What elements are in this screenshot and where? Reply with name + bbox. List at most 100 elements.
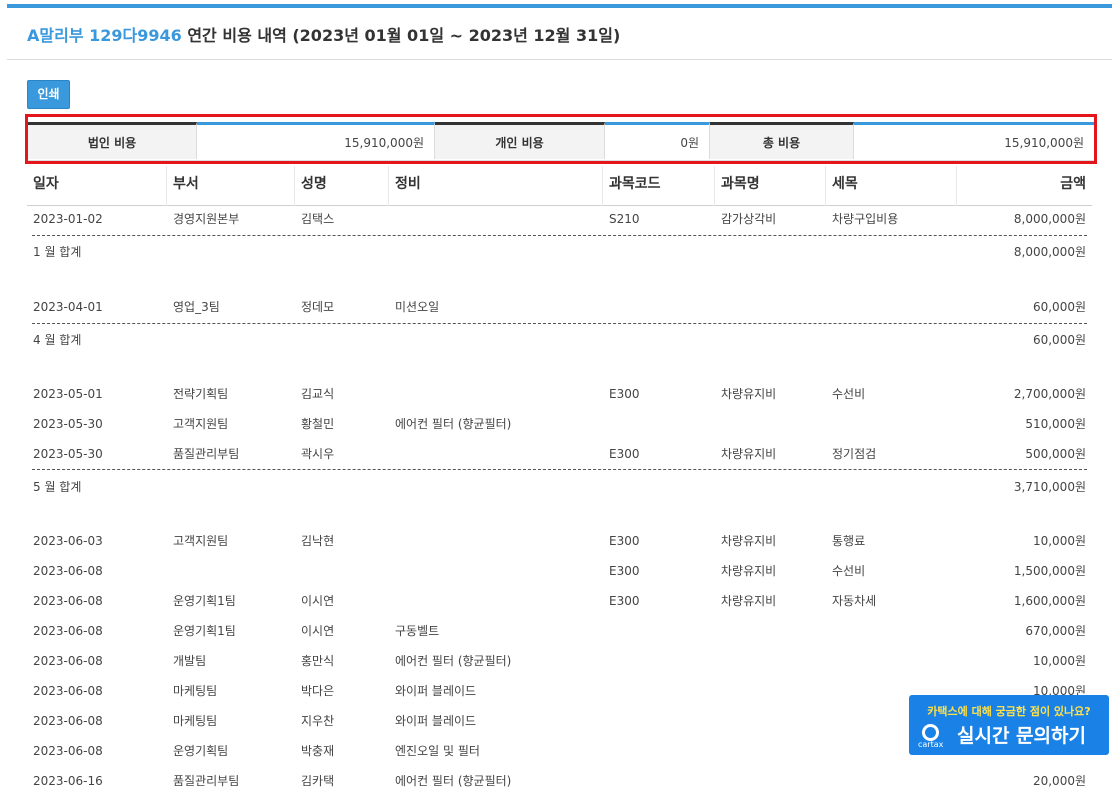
cell-repair: 구동벨트 [395,624,440,638]
cell-name: 곽시우 [301,447,335,461]
cell-item: 통행료 [832,534,866,548]
cell-item: 차량구입비용 [832,212,899,226]
cell-date: 2023-06-08 [33,744,103,758]
cell-amount: 1,600,000원 [1013,594,1086,608]
cell-account: 차량유지비 [721,594,777,608]
cell-dept: 전략기획팀 [173,387,229,401]
cell-name: 이시연 [301,594,335,608]
cell-repair: 에어컨 필터 (향균필터) [395,417,512,431]
cell-amount: 60,000원 [1032,300,1086,314]
cell-dept: 운영기획1팀 [173,594,236,608]
subtotal-label: 4 월 합계 [33,333,82,347]
cell-name: 지우찬 [301,714,335,728]
vehicle-name: A말리부 129다9946 [27,26,182,45]
cell-item: 자동차세 [832,594,877,608]
cell-name: 박다은 [301,684,335,698]
month-subtotal-row: 5 월 합계 3,710,000원 [27,472,1092,502]
cell-amount: 670,000원 [1025,624,1086,638]
cell-account: 차량유지비 [721,564,777,578]
table-row: 2023-04-01 영업_3팀 정데모 미션오일 60,000원 [27,294,1092,324]
month-divider [32,469,1087,470]
table-row: 2023-06-08 E300 차량유지비 수선비 1,500,000원 [27,558,1092,588]
corp-cost-value: 15,910,000원 [197,122,435,159]
cell-dept: 운영기획팀 [173,744,229,758]
cartax-logo-icon [922,724,939,741]
page-title: A말리부 129다9946 연간 비용 내역 (2023년 01월 01일 ~ … [27,22,620,46]
personal-cost-label: 개인 비용 [435,122,605,159]
cell-name: 김택스 [301,212,335,226]
cell-repair: 와이퍼 블레이드 [395,684,477,698]
cell-repair: 와이퍼 블레이드 [395,714,477,728]
cell-name: 이시연 [301,624,335,638]
cell-code: E300 [609,387,640,401]
table-row: 2023-06-08 운영기획1팀 이시연 구동벨트 670,000원 [27,618,1092,648]
cell-account: 차량유지비 [721,534,777,548]
month-subtotal-row: 1 월 합계 8,000,000원 [27,237,1092,267]
cell-code: E300 [609,534,640,548]
subtotal-amount: 3,710,000원 [1013,480,1086,494]
cell-date: 2023-06-08 [33,564,103,578]
cell-code: E300 [609,594,640,608]
cost-summary-box: 법인 비용 15,910,000원 개인 비용 0원 총 비용 15,910,0… [25,114,1097,164]
table-row: 2023-06-03 고객지원팀 김낙현 E300 차량유지비 통행료 10,000원 [27,528,1092,558]
table-row: 2023-06-08 운영기획1팀 이시연 E300 차량유지비 자동차세 1,600,00… [27,588,1092,618]
cell-dept: 경영지원본부 [173,212,240,226]
table-row: 2023-05-30 품질관리부팀 곽시우 E300 차량유지비 정기점검 500,000원 [27,441,1092,471]
cell-account: 차량유지비 [721,387,777,401]
header-dept: 부서 [167,166,295,206]
cell-amount: 2,700,000원 [1013,387,1086,401]
cell-amount: 20,000원 [1032,774,1086,788]
cell-item: 정기점검 [832,447,877,461]
table-row: 2023-06-08 개발팀 홍만식 에어컨 필터 (향균필터) 10,000원 [27,648,1092,678]
cell-dept: 개발팀 [173,654,207,668]
subtotal-label: 1 월 합계 [33,245,82,259]
month-divider [32,323,1087,324]
header-amount: 금액 [1060,176,1086,192]
subtotal-amount: 60,000원 [1032,333,1086,347]
cell-name: 김낙현 [301,534,335,548]
page-header: A말리부 129다9946 연간 비용 내역 (2023년 01월 01일 ~ … [7,8,1112,60]
cell-date: 2023-06-08 [33,624,103,638]
cell-dept: 고객지원팀 [173,417,229,431]
cell-name: 김카택 [301,774,335,788]
cell-date: 2023-06-16 [33,774,103,788]
cell-date: 2023-06-08 [33,594,103,608]
subtotal-label: 5 월 합계 [33,480,82,494]
cell-name: 정데모 [301,300,335,314]
header-account: 과목명 [715,166,826,206]
cell-account: 감가상각비 [721,212,777,226]
cell-date: 2023-06-03 [33,534,103,548]
cell-dept: 마케팅팀 [173,684,218,698]
cell-repair: 미션오일 [395,300,440,314]
cell-amount: 10,000원 [1032,654,1086,668]
chat-question: 카택스에 대해 궁금한 점이 있나요? [927,705,1091,718]
cell-repair: 엔진오일 및 필터 [395,744,480,758]
cell-amount: 8,000,000원 [1013,212,1086,226]
cell-dept: 고객지원팀 [173,534,229,548]
cell-repair: 에어컨 필터 (향균필터) [395,774,512,788]
total-cost-value: 15,910,000원 [854,122,1094,159]
cell-account: 차량유지비 [721,447,777,461]
cell-date: 2023-06-08 [33,714,103,728]
print-button[interactable]: 인쇄 [27,80,70,109]
header-repair: 정비 [389,166,603,206]
cell-dept: 마케팅팀 [173,714,218,728]
cell-item: 수선비 [832,564,866,578]
header-code: 과목코드 [603,166,715,206]
cell-date: 2023-01-02 [33,212,103,226]
cell-date: 2023-04-01 [33,300,103,314]
cell-code: S210 [609,212,640,226]
cell-name: 김교식 [301,387,335,401]
personal-cost-value: 0원 [605,122,710,159]
title-text: 연간 비용 내역 (2023년 01월 01일 ~ 2023년 12월 31일) [181,26,621,45]
cell-dept: 품질관리부팀 [173,447,240,461]
summary-bottom-border [28,160,1094,161]
table-header: 일자 부서 성명 정비 과목코드 과목명 세목 금액 [27,166,1092,206]
table-row: 2023-05-01 전략기획팀 김교식 E300 차량유지비 수선비 2,700,000원 [27,381,1092,411]
live-chat-widget[interactable]: 카택스에 대해 궁금한 점이 있나요? cartax 실시간 문의하기 [909,695,1109,755]
cell-name: 박충재 [301,744,335,758]
month-subtotal-row: 4 월 합계 60,000원 [27,325,1092,355]
cell-amount: 500,000원 [1025,447,1086,461]
table-row: 2023-01-02 경영지원본부 김택스 S210 감가상각비 차량구입비용 8,000,… [27,206,1092,236]
cell-date: 2023-05-30 [33,447,103,461]
